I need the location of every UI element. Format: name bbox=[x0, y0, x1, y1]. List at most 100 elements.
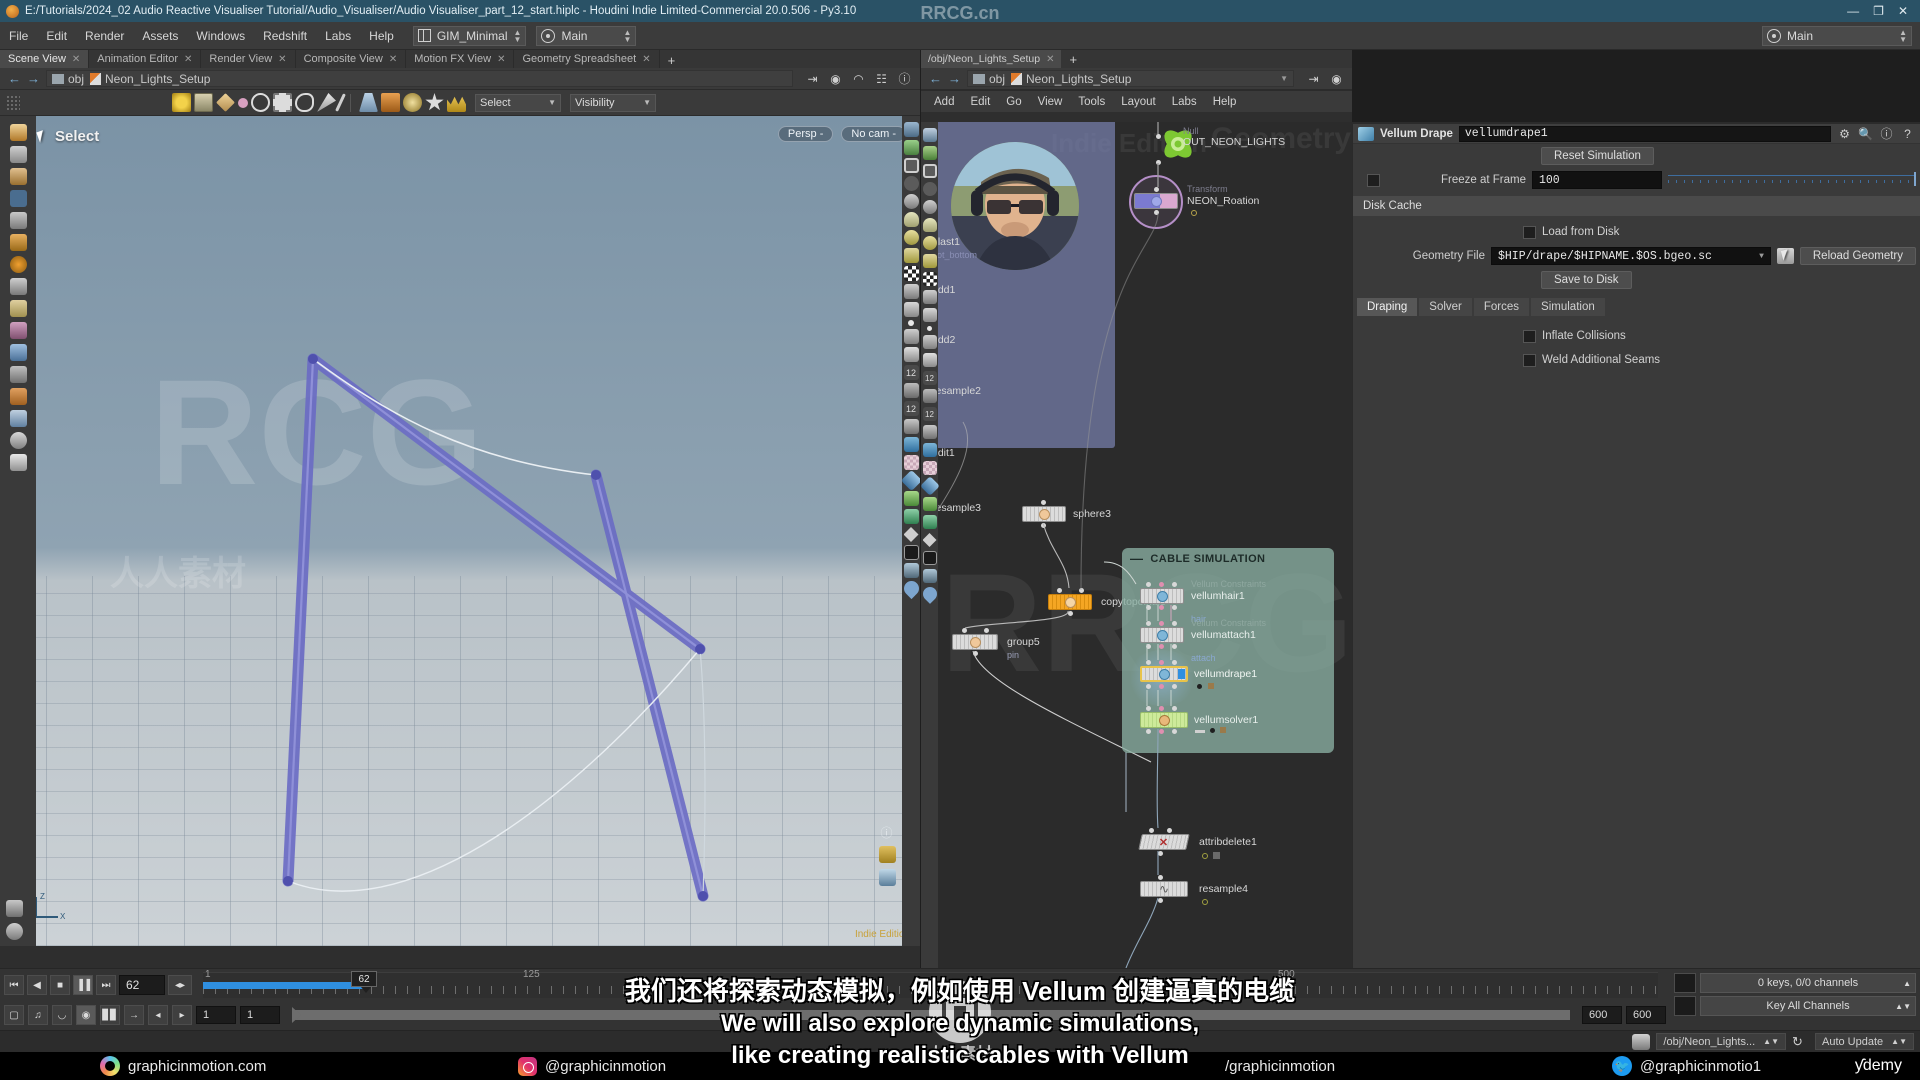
link-icon[interactable]: ◠ bbox=[851, 71, 866, 86]
clock-icon[interactable] bbox=[903, 194, 919, 209]
net-tool-material-icon[interactable] bbox=[922, 308, 937, 322]
target-icon[interactable]: ◉ bbox=[828, 71, 843, 86]
freeze-at-frame-slider[interactable] bbox=[1668, 171, 1916, 189]
load-from-disk-checkbox[interactable] bbox=[1523, 225, 1536, 239]
snap-tool-icon[interactable] bbox=[359, 93, 378, 112]
menu-file[interactable]: File bbox=[0, 26, 37, 46]
net-tool-view-icon[interactable] bbox=[922, 128, 937, 142]
net-tool-count-icon-2[interactable]: 12 bbox=[922, 407, 937, 421]
node-neon-rotation[interactable] bbox=[1134, 193, 1178, 209]
port-va-out1[interactable] bbox=[1146, 644, 1151, 649]
node-port-in-4[interactable] bbox=[984, 628, 989, 633]
cloth-icon[interactable] bbox=[903, 455, 919, 470]
node-label-resample3[interactable]: resample3 bbox=[932, 502, 981, 514]
node-vellumhair1[interactable] bbox=[1140, 588, 1184, 604]
footer-instagram[interactable]: @graphicinmotion bbox=[518, 1056, 666, 1076]
lasso-circle-icon[interactable] bbox=[251, 93, 270, 112]
node-flag-display-3[interactable] bbox=[1202, 853, 1208, 859]
footer-website[interactable]: graphicinmotion.com bbox=[100, 1056, 266, 1076]
snap-toggle-icon[interactable]: ◡ bbox=[52, 1005, 72, 1025]
net-tool-image-icon[interactable] bbox=[922, 569, 937, 583]
chevron-down-icon[interactable]: ▼ bbox=[548, 98, 556, 107]
net-tool-light-icon[interactable] bbox=[922, 236, 937, 250]
playback-range-button[interactable]: ◂▸ bbox=[168, 975, 192, 995]
network-path-field[interactable]: obj Neon_Lights_Setup ▼ bbox=[967, 70, 1294, 87]
menu-labs[interactable]: Labs bbox=[316, 26, 360, 46]
chevron-down-icon-2[interactable]: ▼ bbox=[643, 98, 651, 107]
net-tool-clock-icon[interactable] bbox=[922, 200, 937, 214]
network-menu-view[interactable]: View bbox=[1031, 94, 1070, 110]
tool-rotate-icon[interactable] bbox=[9, 168, 27, 185]
plant-icon[interactable] bbox=[903, 491, 919, 506]
refresh-keys-icon[interactable] bbox=[1674, 973, 1696, 993]
camera-pill[interactable]: No cam - bbox=[841, 126, 906, 142]
net-tool-brush-icon[interactable] bbox=[922, 335, 937, 349]
node-port-in-1[interactable] bbox=[1057, 588, 1062, 593]
current-path-chip[interactable]: /obj/Neon_Lights... ▲▼ bbox=[1656, 1033, 1786, 1050]
multi-snap-icon[interactable] bbox=[425, 93, 444, 111]
network-target-icon[interactable]: ◉ bbox=[1329, 71, 1344, 86]
parameter-node-name-field[interactable]: vellumdrape1 bbox=[1458, 125, 1831, 142]
port-ad-in2[interactable] bbox=[1167, 828, 1172, 833]
tab-close-icon[interactable]: ✕ bbox=[389, 54, 397, 65]
viewport-path-field[interactable]: obj Neon_Lights_Setup bbox=[46, 70, 793, 87]
port-vs-in1[interactable] bbox=[1146, 706, 1151, 711]
node-vellumsolver1[interactable] bbox=[1140, 712, 1188, 728]
menu-help[interactable]: Help bbox=[360, 26, 403, 46]
grid-count-icon[interactable]: 12 bbox=[903, 365, 919, 380]
net-tool-smooth-icon[interactable] bbox=[922, 389, 937, 403]
node-port-xform-in[interactable] bbox=[1154, 187, 1159, 192]
node-context-icon[interactable] bbox=[1632, 1033, 1651, 1050]
network-menu-layout[interactable]: Layout bbox=[1114, 94, 1163, 110]
timeline-playhead[interactable]: 62 bbox=[351, 971, 377, 993]
chevron-updown-icon[interactable]: ▲ ▼ bbox=[514, 28, 522, 43]
port-vh-out1[interactable] bbox=[1146, 605, 1151, 610]
maximize-icon[interactable]: ❐ bbox=[1873, 5, 1884, 17]
node-port-out-3[interactable] bbox=[973, 651, 978, 656]
port-ad-out[interactable] bbox=[1158, 851, 1163, 856]
gear-icon[interactable]: ⚙ bbox=[1837, 126, 1852, 141]
network-menu-labs[interactable]: Labs bbox=[1165, 94, 1204, 110]
port-vs-in3[interactable] bbox=[1172, 706, 1177, 711]
node-label-resample2[interactable]: resample2 bbox=[932, 385, 981, 397]
path-dropdown-icon[interactable]: ▼ bbox=[1280, 74, 1288, 83]
add-tab-button[interactable]: + bbox=[660, 53, 684, 68]
freeze-at-frame-checkbox[interactable] bbox=[1367, 173, 1380, 187]
tool-poly-icon[interactable] bbox=[9, 300, 27, 317]
chevron-up-icon[interactable]: ▲ bbox=[1903, 979, 1911, 988]
keys-status-combo[interactable]: 0 keys, 0/0 channels ▲ bbox=[1700, 973, 1916, 993]
port-vd-in1[interactable] bbox=[1146, 660, 1151, 665]
tab-scene-view[interactable]: Scene View ✕ bbox=[0, 50, 90, 68]
render-region-icon[interactable] bbox=[903, 545, 919, 560]
node-flag-render[interactable] bbox=[1195, 730, 1205, 733]
display-mode-icon[interactable] bbox=[903, 122, 919, 137]
node-flag-display-2[interactable] bbox=[1210, 728, 1215, 733]
network-breadcrumb-obj[interactable]: obj bbox=[973, 72, 1005, 86]
jump-to-end-button[interactable]: ⏭ bbox=[96, 975, 116, 995]
viewport-camera-icon[interactable] bbox=[6, 923, 23, 940]
shading-mode-icon[interactable] bbox=[903, 140, 919, 155]
net-tool-lock-icon[interactable] bbox=[922, 164, 937, 178]
next-key-icon[interactable]: ▸ bbox=[172, 1005, 192, 1025]
view-tool-icon[interactable] bbox=[216, 93, 235, 112]
info-icon-param[interactable]: ⓘ bbox=[1879, 126, 1894, 141]
tool-deform-icon[interactable] bbox=[9, 344, 27, 361]
lasso-select-icon[interactable] bbox=[295, 93, 314, 112]
port-vd-in2[interactable] bbox=[1159, 660, 1164, 665]
stop-button[interactable]: ■ bbox=[50, 975, 70, 995]
port-va-out2[interactable] bbox=[1159, 644, 1164, 649]
global-end-frame-field[interactable]: 600 bbox=[1626, 1006, 1666, 1024]
param-tab-draping[interactable]: Draping bbox=[1357, 298, 1418, 316]
port-vd-out3[interactable] bbox=[1172, 684, 1177, 689]
breadcrumb-obj[interactable]: obj bbox=[52, 72, 84, 86]
handle-tool-icon[interactable] bbox=[194, 93, 213, 112]
net-tool-cloth-icon[interactable] bbox=[922, 461, 937, 475]
tool-move-icon[interactable] bbox=[9, 146, 27, 163]
net-tool-bulb-icon[interactable] bbox=[922, 218, 937, 232]
tool-measure-icon[interactable] bbox=[9, 366, 27, 383]
range-end-frame-field[interactable]: 600 bbox=[1582, 1006, 1622, 1024]
node-port-out-2[interactable] bbox=[1068, 611, 1073, 616]
port-vh-in2[interactable] bbox=[1159, 582, 1164, 587]
measure-tool-icon[interactable] bbox=[903, 419, 919, 434]
net-tool-point-icon[interactable] bbox=[927, 326, 932, 331]
